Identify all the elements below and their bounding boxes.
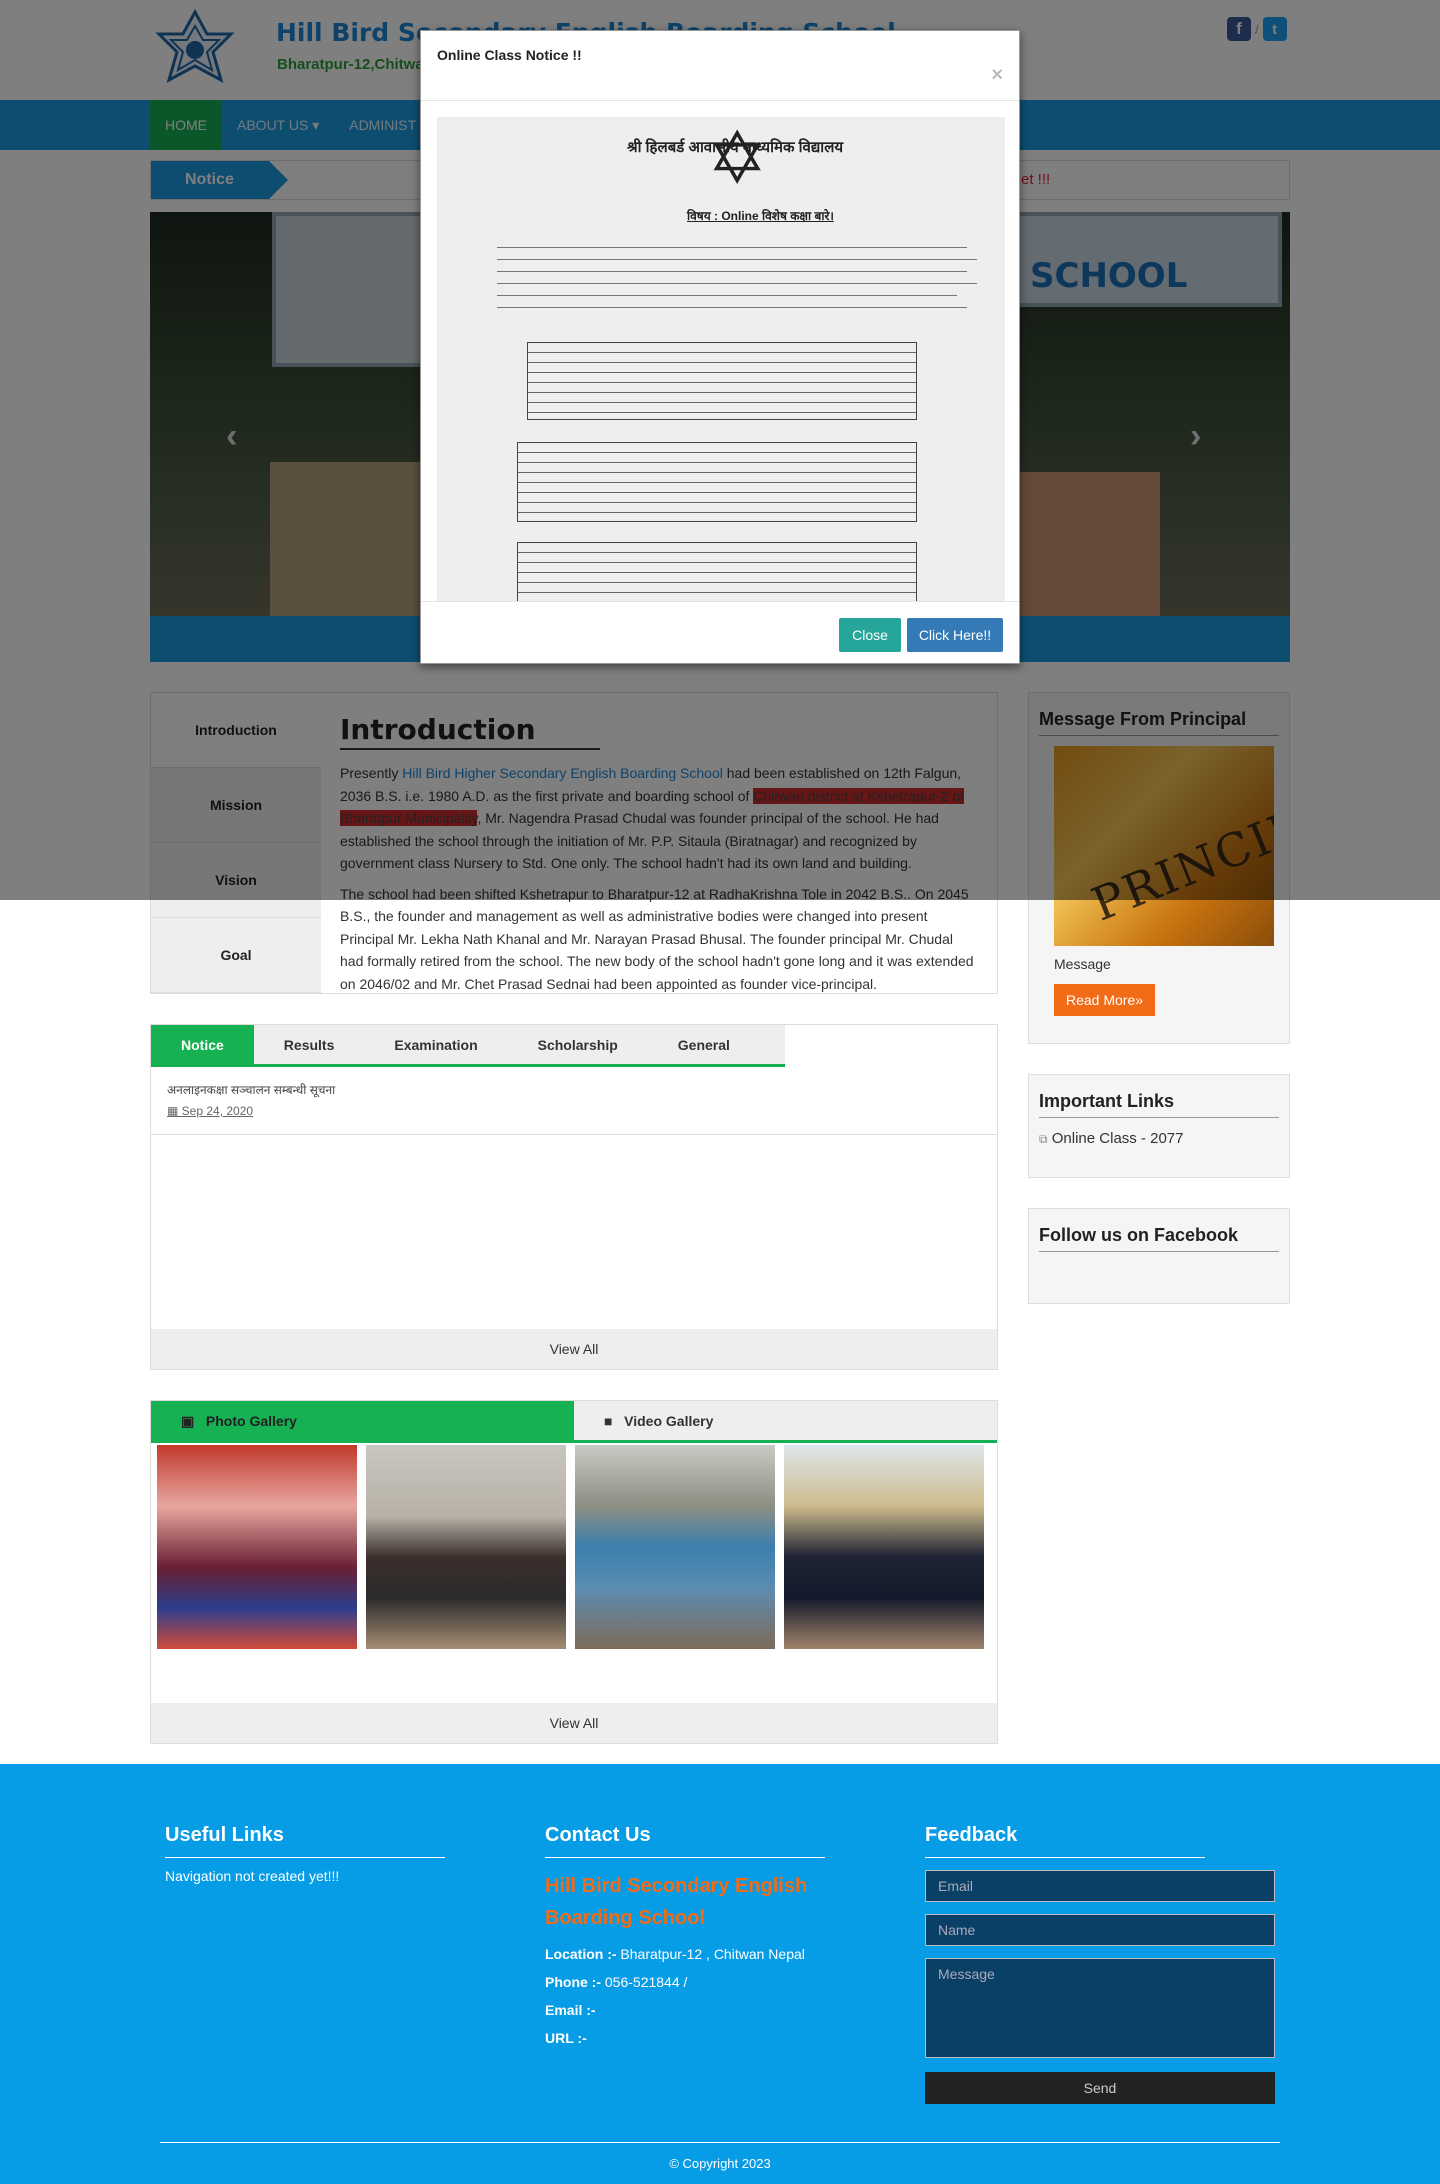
contact-email: Email :- bbox=[545, 2002, 596, 2018]
online-class-modal: Online Class Notice !! × ✡ श्री हिलबर्ड … bbox=[420, 30, 1020, 664]
copyright: © Copyright 2023 bbox=[669, 2156, 771, 2171]
document-emblem: ✡ bbox=[707, 119, 768, 199]
footer-contact: Contact Us Hill Bird Secondary English B… bbox=[545, 1824, 865, 2046]
gallery-panel: ▣ Photo Gallery ■ Video Gallery View All bbox=[150, 1400, 998, 1744]
close-icon[interactable]: × bbox=[991, 64, 1003, 87]
link-online-class[interactable]: ⧉ Online Class - 2077 bbox=[1039, 1130, 1279, 1147]
tab-photo-gallery[interactable]: ▣ Photo Gallery bbox=[151, 1401, 574, 1440]
gallery-photo[interactable] bbox=[575, 1445, 775, 1649]
contact-phone: Phone :- 056-521844 / bbox=[545, 1974, 688, 1990]
modal-header: Online Class Notice !! × bbox=[421, 31, 1019, 101]
tab-scholarship[interactable]: Scholarship bbox=[508, 1025, 648, 1064]
tab-examination[interactable]: Examination bbox=[364, 1025, 507, 1064]
notice-tabs: Notice Results Examination Scholarship G… bbox=[151, 1025, 785, 1067]
contact-heading: Contact Us bbox=[545, 1824, 825, 1858]
tab-video-gallery[interactable]: ■ Video Gallery bbox=[574, 1401, 997, 1440]
gallery-photo[interactable] bbox=[157, 1445, 357, 1649]
footer-useful-links: Useful Links Navigation not created yet!… bbox=[165, 1824, 445, 1884]
useful-links-text: Navigation not created yet!!! bbox=[165, 1868, 340, 1884]
notice-date: ▦ Sep 24, 2020 bbox=[167, 1104, 254, 1118]
calendar-icon: ▦ bbox=[167, 1104, 182, 1118]
document-text-line bbox=[497, 259, 977, 260]
document-subject: विषय : Online विशेष कक्षा बारे। bbox=[687, 209, 834, 223]
feedback-name-input[interactable]: Name bbox=[925, 1914, 1275, 1946]
tab-notice[interactable]: Notice bbox=[151, 1025, 254, 1064]
footer-divider bbox=[160, 2142, 1280, 2143]
timetable-grid bbox=[527, 342, 917, 420]
modal-title: Online Class Notice !! bbox=[437, 47, 582, 63]
feedback-send-button[interactable]: Send bbox=[925, 2072, 1275, 2104]
gallery-photo[interactable] bbox=[784, 1445, 984, 1649]
gallery-view-all[interactable]: View All bbox=[151, 1703, 997, 1743]
photo-grid bbox=[157, 1445, 984, 1649]
video-camera-icon: ■ bbox=[604, 1413, 617, 1429]
feedback-heading: Feedback bbox=[925, 1824, 1205, 1858]
important-links-heading: Important Links bbox=[1039, 1091, 1279, 1118]
feedback-email-input[interactable]: Email bbox=[925, 1870, 1275, 1902]
contact-location: Location :- Bharatpur-12 , Chitwan Nepal bbox=[545, 1946, 805, 1962]
footer-school-name: Hill Bird Secondary English Boarding Sch… bbox=[545, 1875, 808, 1929]
modal-footer: Close Click Here!! bbox=[421, 601, 1019, 663]
tab-goal[interactable]: Goal bbox=[151, 918, 321, 993]
image-icon: ▣ bbox=[181, 1413, 199, 1429]
external-link-icon: ⧉ bbox=[1039, 1132, 1048, 1146]
gallery-tabs: ▣ Photo Gallery ■ Video Gallery bbox=[151, 1401, 997, 1443]
document-text-line bbox=[497, 247, 967, 248]
read-more-button[interactable]: Read More» bbox=[1054, 984, 1156, 1016]
notice-item[interactable]: अनलाइनकक्षा सञ्चालन सम्बन्धी सूचना ▦ Sep… bbox=[151, 1067, 997, 1135]
document-title: श्री हिलबर्ड आवासीय माध्यमिक विद्यालय bbox=[627, 139, 844, 156]
site-footer: Useful Links Navigation not created yet!… bbox=[0, 1764, 1440, 2184]
tab-results[interactable]: Results bbox=[254, 1025, 365, 1064]
document-text-line bbox=[497, 295, 957, 296]
notices-view-all[interactable]: View All bbox=[151, 1329, 997, 1369]
contact-url: URL :- bbox=[545, 2030, 587, 2046]
timetable-grid bbox=[517, 442, 917, 522]
important-links-box: Important Links ⧉ Online Class - 2077 bbox=[1028, 1074, 1290, 1178]
gallery-photo[interactable] bbox=[366, 1445, 566, 1649]
notice-title[interactable]: अनलाइनकक्षा सञ्चालन सम्बन्धी सूचना bbox=[167, 1081, 981, 1098]
footer-feedback: Feedback Email Name Message Send bbox=[925, 1824, 1275, 2104]
notice-panel: Notice Results Examination Scholarship G… bbox=[150, 1024, 998, 1370]
document-text-line bbox=[497, 283, 977, 284]
useful-links-heading: Useful Links bbox=[165, 1824, 445, 1858]
principal-message: Message bbox=[1054, 956, 1111, 972]
close-button[interactable]: Close bbox=[839, 618, 901, 652]
click-here-button[interactable]: Click Here!! bbox=[907, 618, 1003, 652]
tab-general[interactable]: General bbox=[648, 1025, 760, 1064]
feedback-message-input[interactable]: Message bbox=[925, 1958, 1275, 2058]
document-text-line bbox=[497, 271, 967, 272]
document-text-line bbox=[497, 307, 967, 308]
facebook-box: Follow us on Facebook bbox=[1028, 1208, 1290, 1304]
notice-document-image: ✡ श्री हिलबर्ड आवासीय माध्यमिक विद्यालय … bbox=[437, 117, 1005, 601]
timetable-grid bbox=[517, 542, 917, 601]
facebook-heading: Follow us on Facebook bbox=[1039, 1225, 1279, 1252]
